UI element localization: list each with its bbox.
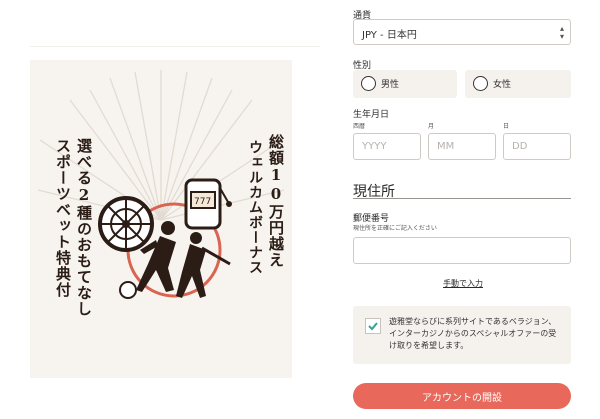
dob-day-input[interactable]: DD (503, 133, 571, 160)
postal-code-input[interactable] (353, 237, 571, 264)
roulette-wheel-icon (98, 196, 154, 252)
dob-year-label: 西暦 (353, 123, 366, 130)
dob-month-input[interactable]: MM (428, 133, 496, 160)
registration-form: 通貨 JPY - 日本円 ▴ ▾ 性別 男性 女性 生年月日 西暦 月 日 YYY… (343, 0, 583, 419)
promo-subtitle-choice: 選べる2種のおもてなし (75, 138, 93, 317)
checkmark-icon (368, 322, 378, 331)
dob-year-placeholder: YYYY (362, 141, 387, 152)
manual-entry-link[interactable]: 手動で入力 (443, 278, 483, 289)
gender-female-label: 女性 (493, 80, 512, 90)
postal-code-hint: 現住所を正確にご記入ください (353, 225, 437, 232)
chevron-updown-icon: ▴ ▾ (559, 24, 564, 41)
slot-machine-icon: 777 (184, 178, 232, 230)
marketing-consent[interactable]: 遊雅堂ならびに系列サイトであるベラジョン、インターカジノからのスペシャルオファー… (353, 306, 571, 364)
radio-button[interactable] (473, 76, 488, 91)
dob-day-placeholder: DD (512, 141, 528, 152)
divider (30, 46, 320, 47)
open-account-button[interactable]: アカウントの開設 (353, 383, 571, 409)
casino-illustration: 777 (98, 178, 232, 299)
currency-select[interactable]: JPY - 日本円 ▴ ▾ (353, 19, 571, 45)
currency-value: JPY - 日本円 (362, 30, 417, 41)
promo-subtitle-sports: スポーツベット特典付 (54, 138, 72, 298)
dob-year-input[interactable]: YYYY (353, 133, 421, 160)
dob-day-label: 日 (503, 123, 510, 130)
divider (353, 198, 571, 199)
promo-headline-total: 総額10万円越え (267, 134, 285, 268)
radio-button[interactable] (361, 76, 376, 91)
dob-month-label: 月 (428, 123, 435, 130)
welcome-bonus-banner: 総額10万円越え ウェルカムボーナス 選べる2種のおもてなし スポーツベット特典… (30, 60, 292, 378)
gender-male-label: 男性 (381, 80, 400, 90)
gender-male-option[interactable]: 男性 (353, 70, 457, 98)
svg-text:777: 777 (194, 197, 211, 207)
consent-checkbox[interactable] (365, 318, 381, 334)
dob-label: 生年月日 (353, 110, 390, 120)
dob-month-placeholder: MM (437, 141, 455, 152)
baseball-player-icon (176, 232, 231, 298)
gender-female-option[interactable]: 女性 (465, 70, 571, 98)
consent-text: 遊雅堂ならびに系列サイトであるベラジョン、インターカジノからのスペシャルオファー… (389, 317, 557, 350)
promo-headline-bonus: ウェルカムボーナス (247, 140, 263, 275)
